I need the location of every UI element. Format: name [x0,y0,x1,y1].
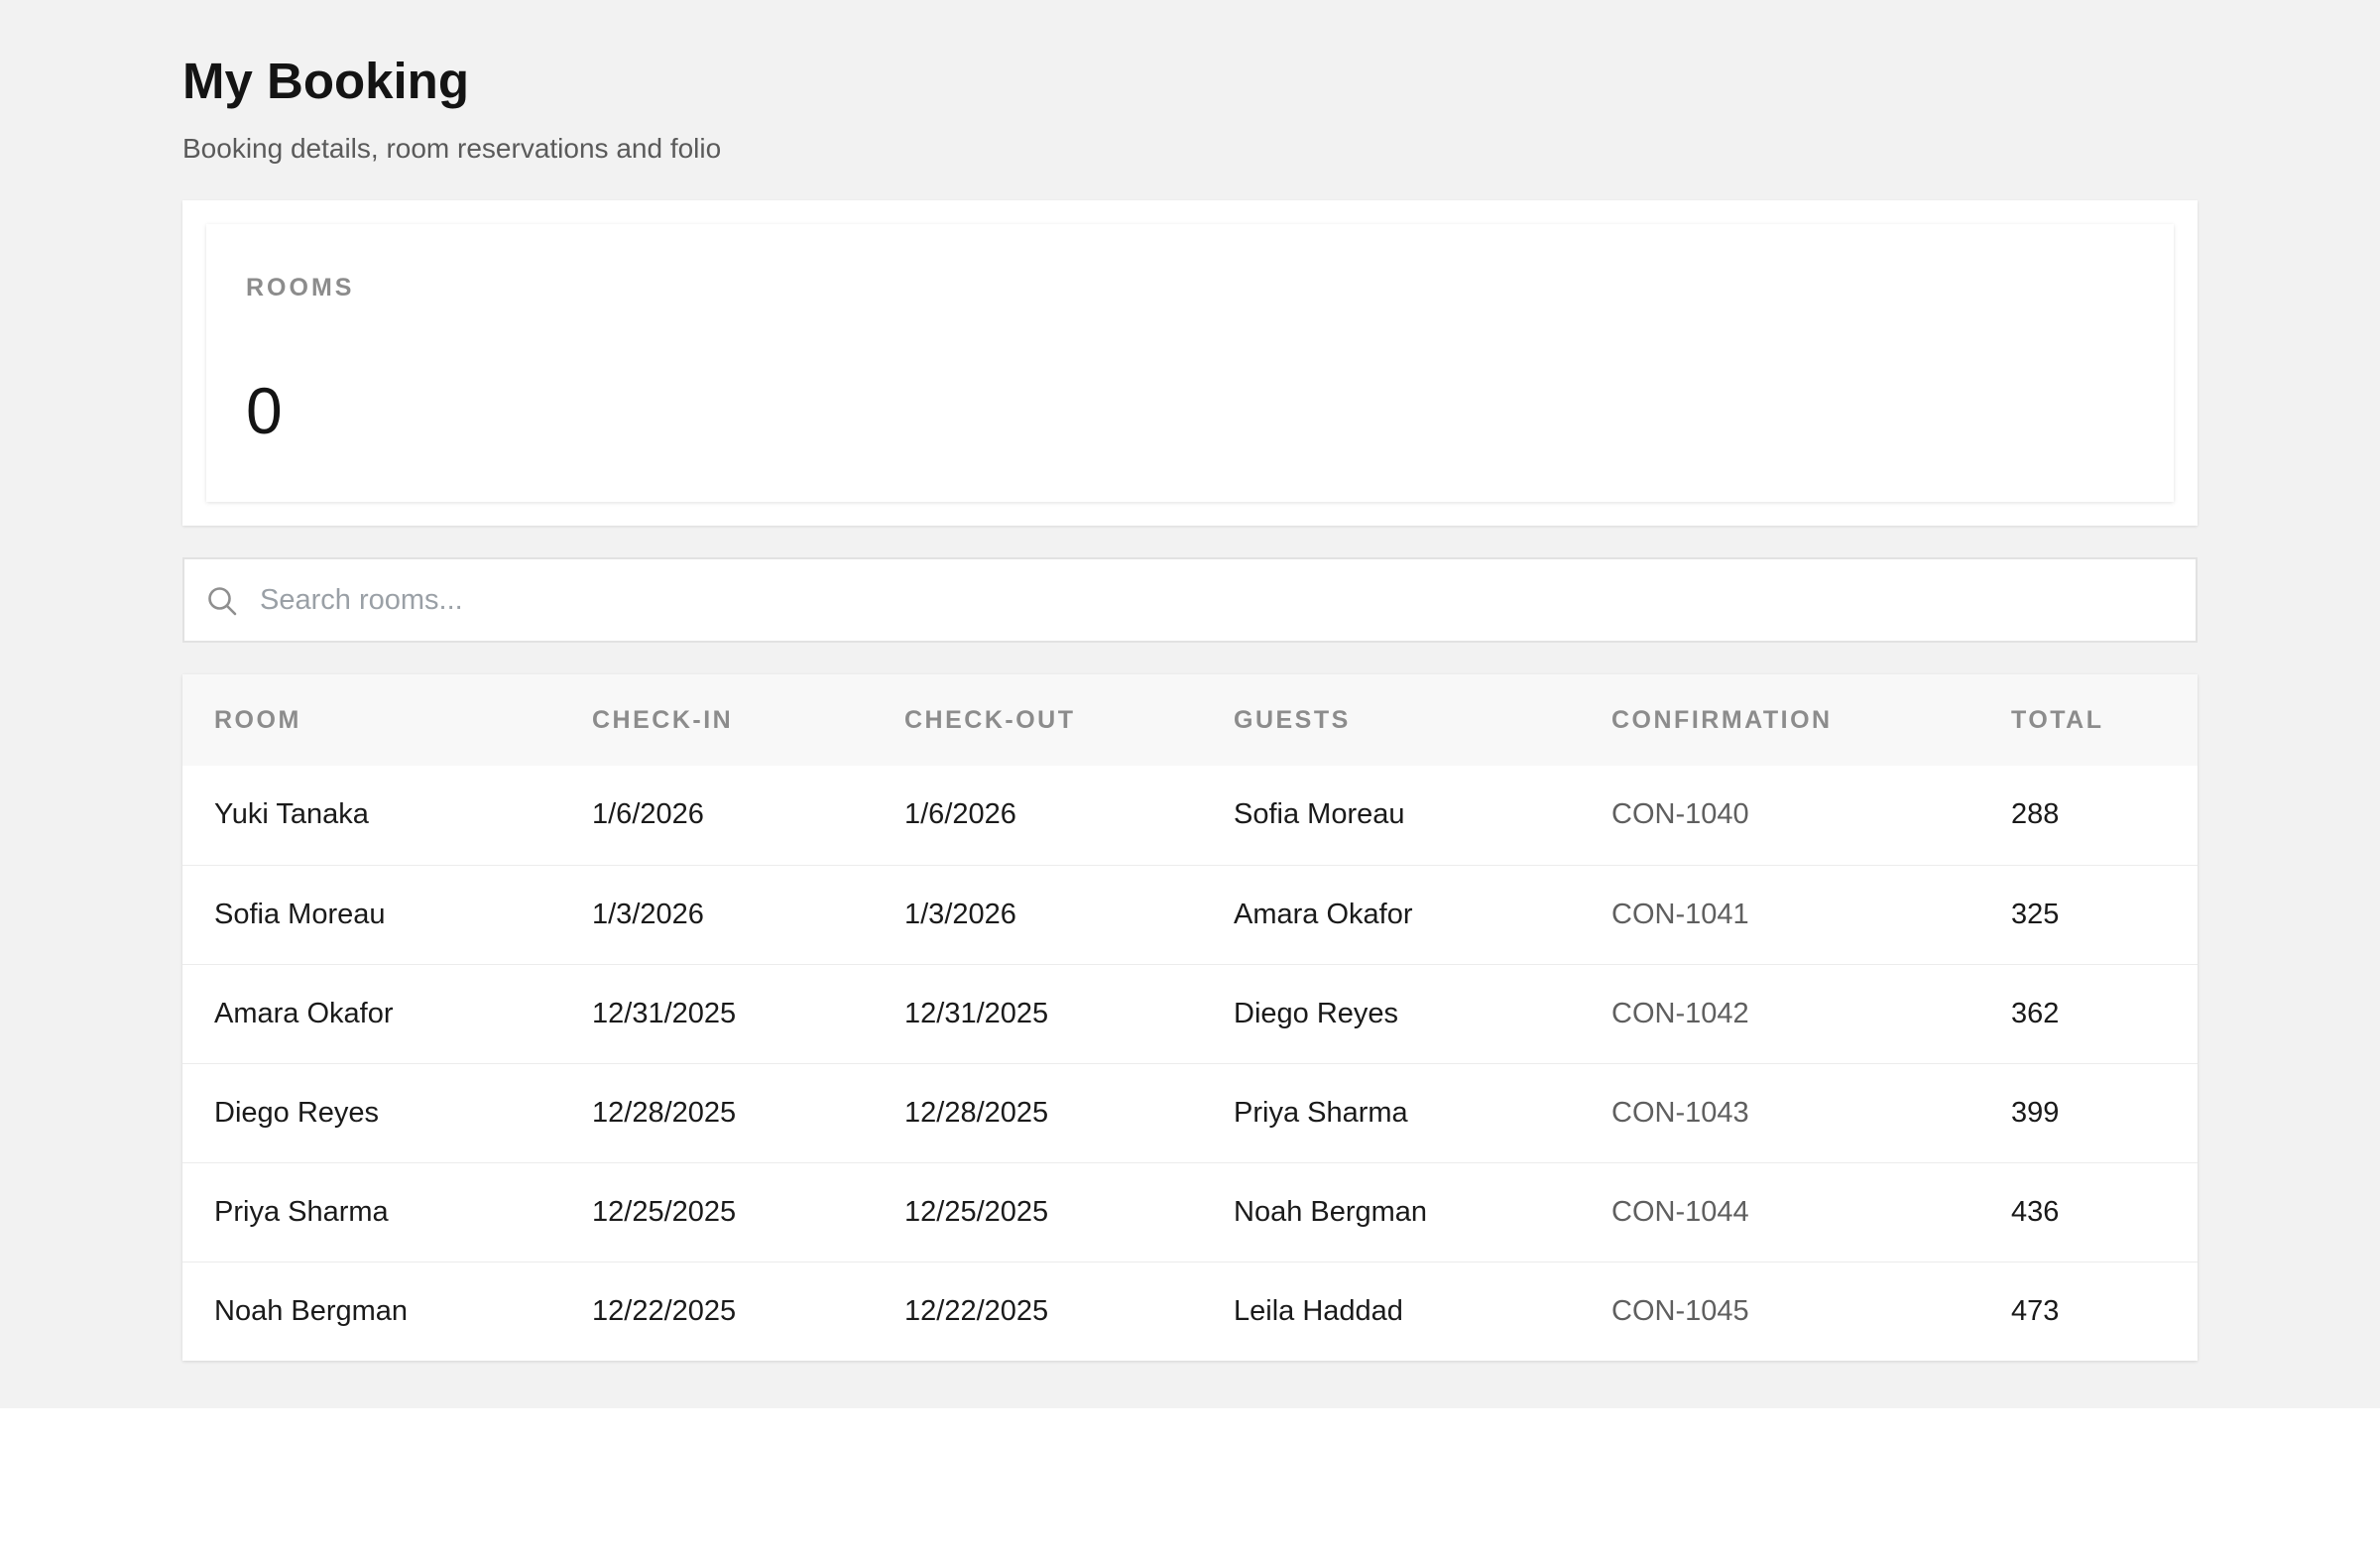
cell-total: 362 [2011,997,2060,1029]
table-row[interactable]: Diego Reyes 12/28/2025 12/28/2025 Priya … [182,1063,2198,1162]
cell-guests: Priya Sharma [1234,1096,1408,1129]
rooms-stat-value: 0 [246,374,283,447]
cell-confirmation: CON-1041 [1611,898,1749,930]
search-box[interactable] [182,557,2198,643]
table-body: Yuki Tanaka 1/6/2026 1/6/2026 Sofia More… [182,766,2198,1361]
cell-room: Amara Okafor [214,997,394,1029]
cell-guests: Noah Bergman [1234,1195,1428,1228]
cell-room: Yuki Tanaka [214,798,369,831]
cell-check-out: 1/3/2026 [904,898,1016,930]
table-row[interactable]: Priya Sharma 12/25/2025 12/25/2025 Noah … [182,1162,2198,1262]
cell-guests: Sofia Moreau [1234,798,1405,831]
table-row[interactable]: Noah Bergman 12/22/2025 12/22/2025 Leila… [182,1262,2198,1361]
cell-check-in: 1/3/2026 [592,898,704,930]
cell-room: Priya Sharma [214,1195,389,1228]
stats-panel: ROOMS 0 [182,200,2198,526]
rooms-stat-card: ROOMS 0 [206,224,2174,502]
cell-check-out: 1/6/2026 [904,798,1016,831]
rooms-table: ROOM CHECK-IN CHECK-OUT GUESTS CONFIRMAT… [182,674,2198,1361]
rooms-table-container: ROOM CHECK-IN CHECK-OUT GUESTS CONFIRMAT… [182,674,2198,1361]
column-header-total[interactable]: TOTAL [1979,674,2198,766]
cell-room: Sofia Moreau [214,898,386,930]
page-subtitle: Booking details, room reservations and f… [182,133,722,164]
column-header-room[interactable]: ROOM [182,674,560,766]
column-header-guests[interactable]: GUESTS [1202,674,1580,766]
cell-guests: Amara Okafor [1234,898,1413,930]
cell-check-out: 12/25/2025 [904,1195,1049,1228]
column-header-confirmation[interactable]: CONFIRMATION [1580,674,1979,766]
cell-total: 288 [2011,798,2060,831]
page-title: My Booking [182,53,469,109]
table-header-row: ROOM CHECK-IN CHECK-OUT GUESTS CONFIRMAT… [182,674,2198,766]
cell-check-out: 12/22/2025 [904,1294,1049,1327]
cell-guests: Diego Reyes [1234,997,1399,1029]
cell-check-in: 12/25/2025 [592,1195,737,1228]
rooms-stat-label: ROOMS [246,274,355,301]
cell-check-in: 1/6/2026 [592,798,704,831]
cell-total: 399 [2011,1096,2060,1129]
cell-confirmation: CON-1042 [1611,997,1749,1029]
cell-check-in: 12/28/2025 [592,1096,737,1129]
table-row[interactable]: Sofia Moreau 1/3/2026 1/3/2026 Amara Oka… [182,865,2198,964]
table-row[interactable]: Yuki Tanaka 1/6/2026 1/6/2026 Sofia More… [182,766,2198,865]
cell-guests: Leila Haddad [1234,1294,1403,1327]
search-icon [206,585,238,617]
cell-confirmation: CON-1043 [1611,1096,1749,1129]
cell-confirmation: CON-1045 [1611,1294,1749,1327]
cell-confirmation: CON-1040 [1611,798,1749,831]
page-background: My Booking Booking details, room reserva… [0,0,2380,1408]
cell-check-out: 12/31/2025 [904,997,1049,1029]
cell-confirmation: CON-1044 [1611,1195,1749,1228]
cell-check-in: 12/22/2025 [592,1294,737,1327]
cell-total: 473 [2011,1294,2060,1327]
cell-check-out: 12/28/2025 [904,1096,1049,1129]
cell-total: 325 [2011,898,2060,930]
table-row[interactable]: Amara Okafor 12/31/2025 12/31/2025 Diego… [182,964,2198,1063]
search-input[interactable] [260,559,2174,641]
cell-total: 436 [2011,1195,2060,1228]
column-header-check-in[interactable]: CHECK-IN [560,674,873,766]
cell-check-in: 12/31/2025 [592,997,737,1029]
cell-room: Diego Reyes [214,1096,380,1129]
column-header-check-out[interactable]: CHECK-OUT [873,674,1202,766]
table-header: ROOM CHECK-IN CHECK-OUT GUESTS CONFIRMAT… [182,674,2198,766]
cell-room: Noah Bergman [214,1294,409,1327]
